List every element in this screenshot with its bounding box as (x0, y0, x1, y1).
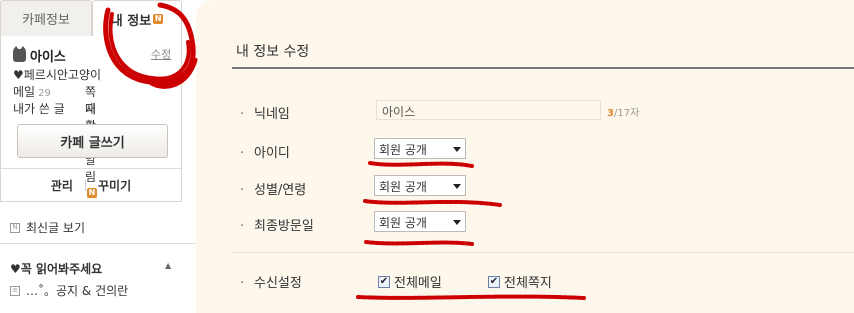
profile-nickname: 아이스 (30, 50, 66, 65)
manage-link[interactable]: 관리 (51, 177, 73, 194)
mail-label: 메일 (13, 85, 36, 99)
tab-cafe-info-label: 카페정보 (22, 13, 70, 28)
bullet-dot-icon: · (240, 276, 245, 291)
bullet-dot-icon: · (240, 146, 245, 161)
id-visibility-select[interactable]: 회원 공개 (374, 138, 466, 159)
last-visit-visibility-select[interactable]: 회원 공개 (374, 211, 466, 232)
last-visit-visibility-value: 회원 공개 (379, 216, 427, 230)
nickname-input[interactable]: 아이스 (376, 100, 601, 120)
id-row-label: · 아이디 (240, 142, 290, 161)
mail-all-label: 전체메일 (394, 276, 442, 291)
page-title: 내 정보 수정 (236, 44, 310, 60)
dropdown-arrow-icon (453, 147, 461, 152)
profile-box: 아이스 수정 ♥페르시안고양이 메일29 쪽지0 내가 쓴 글 내 활동 알림N… (0, 36, 182, 202)
notice-board-link[interactable]: ≡ …˚。공지 & 건의란 (10, 282, 128, 299)
title-divider (232, 67, 854, 69)
mail-note-stats: 메일29 쪽지0 (13, 83, 96, 131)
cafe-write-button[interactable]: 카페 글쓰기 (17, 124, 168, 158)
manage-row: 관리 꾸미기 (1, 168, 181, 201)
dropdown-arrow-icon (453, 184, 461, 189)
gender-age-label: 성별/연령 (254, 183, 307, 198)
gender-age-visibility-select[interactable]: 회원 공개 (374, 175, 466, 196)
main-panel: 내 정보 수정 · 닉네임 아이스 3/17자 · 아이디 회원 공개 · 성별/연령… (196, 0, 854, 313)
recent-posts-label: 최신글 보기 (26, 221, 86, 235)
bullet-dot-icon: · (240, 219, 245, 234)
char-count-current: 3 (607, 108, 614, 119)
member-level: ♥페르시안고양이 (13, 68, 102, 82)
profile-nickname-row: 아이스 (13, 46, 66, 65)
mail-all-checkbox[interactable]: ✔ 전체메일 (378, 272, 442, 291)
dropdown-arrow-icon (453, 220, 461, 225)
profile-edit-link[interactable]: 수정 (151, 46, 171, 62)
gender-age-visibility-value: 회원 공개 (379, 180, 427, 194)
tab-my-info[interactable]: 내 정보 N (92, 0, 182, 37)
recent-posts-link[interactable]: N 최신글 보기 (10, 219, 85, 236)
decorate-link[interactable]: 꾸미기 (98, 177, 131, 194)
collapse-arrow-icon[interactable]: ▲ (165, 261, 171, 270)
id-visibility-value: 회원 공개 (379, 143, 427, 157)
board-doc-icon: ≡ (10, 285, 20, 296)
sidebar: 카페정보 내 정보 N 아이스 수정 ♥페르시안고양이 메일29 쪽지0 내가 … (0, 0, 196, 313)
section-divider (232, 252, 854, 253)
receive-label: 수신설정 (254, 276, 302, 291)
bullet-dot-icon: · (240, 183, 245, 198)
notice-board-label: …˚。공지 & 건의란 (26, 284, 129, 298)
tab-cafe-info[interactable]: 카페정보 (0, 0, 92, 36)
mail-link[interactable]: 메일 29 (13, 83, 51, 100)
gender-age-row-label: · 성별/연령 (240, 179, 306, 198)
checkbox-checked-icon[interactable]: ✔ (378, 275, 390, 288)
last-visit-row-label: · 최종방문일 (240, 215, 314, 234)
sidebar-divider (0, 243, 196, 244)
activity-links: 내가 쓴 글 내 활동 알림N (13, 100, 97, 198)
bullet-dot-icon: · (240, 107, 245, 122)
note-all-checkbox[interactable]: ✔ 전체쪽지 (488, 272, 552, 291)
last-visit-label: 최종방문일 (254, 219, 314, 234)
nickname-row-label: · 닉네임 (240, 103, 290, 122)
nickname-label: 닉네임 (254, 107, 290, 122)
tab-my-info-label: 내 정보 (110, 13, 152, 29)
recent-doc-icon: N (10, 222, 20, 233)
board-group-title[interactable]: ♥꼭 읽어봐주세요 (10, 260, 102, 277)
mail-count: 29 (38, 88, 51, 99)
char-count-limit: /17자 (613, 108, 640, 119)
nickname-char-count: 3/17자 (607, 104, 639, 119)
id-label: 아이디 (254, 146, 290, 161)
note-all-label: 전체쪽지 (504, 276, 552, 291)
my-posts-link[interactable]: 내가 쓴 글 (13, 100, 65, 117)
divider (84, 179, 86, 191)
checkbox-checked-icon[interactable]: ✔ (488, 275, 500, 288)
cat-avatar-icon (13, 46, 26, 62)
receive-row-label: · 수신설정 (240, 272, 302, 291)
new-badge-icon: N (153, 14, 164, 24)
